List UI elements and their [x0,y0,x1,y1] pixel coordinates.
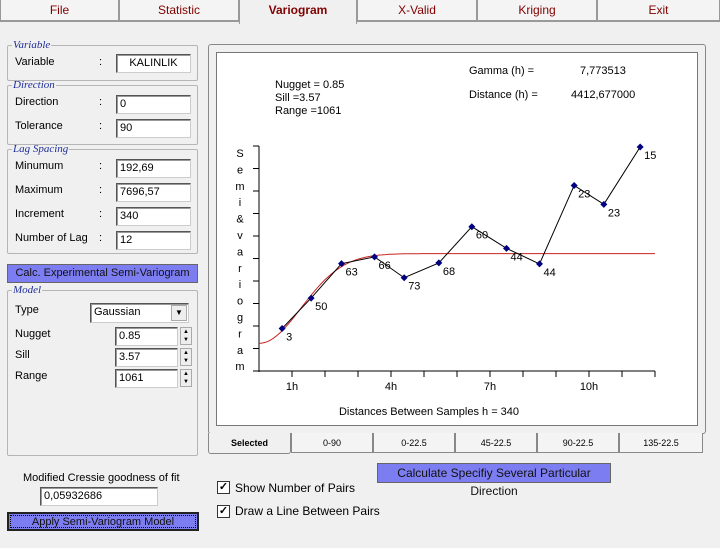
y-axis-label-letter: a [237,345,244,357]
y-axis-label-letter: r [238,263,242,275]
data-point [503,244,510,252]
data-point [600,200,608,208]
data-point [371,253,378,261]
y-axis-label-letter: g [237,312,243,324]
pair-count-label: 23 [608,207,620,219]
direction-tab-135-22-5[interactable]: 135-22.5 [619,433,703,453]
y-axis-label-letter: e [237,164,243,176]
direction-tab-selected[interactable]: Selected [208,433,291,454]
x-tick-label: 4h [385,381,397,393]
y-axis-label-letter: r [238,328,242,340]
show-pairs-label: Show Number of Pairs [235,481,356,495]
pair-count-label: 68 [443,266,455,278]
x-tick-label: 1h [286,381,298,393]
direction-tab-90-22-5[interactable]: 90-22.5 [537,433,619,453]
y-axis-label-letter: S [236,148,243,160]
show-pairs-checkbox[interactable]: ✓ [217,481,230,494]
pairs-line [281,146,641,329]
pair-count-label: 3 [286,332,292,344]
y-axis-label-letter: & [236,214,244,226]
model-curve [258,253,655,344]
pair-count-label: 15 [644,150,656,162]
pair-count-label: 50 [315,301,327,313]
y-axis-label-letter: i [239,197,241,209]
pair-count-label: 44 [511,251,523,263]
y-axis-label-letter: a [237,246,244,258]
data-point [536,260,543,268]
data-point [400,274,408,282]
y-axis-label-letter: m [235,181,244,193]
draw-line-checkbox[interactable]: ✓ [217,505,230,518]
pair-count-label: 66 [379,260,391,272]
data-point [636,143,644,151]
x-tick-label: 7h [484,381,496,393]
y-axis-label-letter: m [235,361,244,373]
pair-count-label: 63 [346,267,358,279]
draw-line-label: Draw a Line Between Pairs [235,504,380,518]
y-axis-label-letter: i [239,279,241,291]
variogram-chart: 1h 4h 7h 10hSemi&variogramDistances Between… [235,143,656,418]
x-axis-label: Distances Between Samples h = 340 [339,406,519,418]
pair-count-label: 44 [544,267,556,279]
calculate-several-directions-button[interactable]: Calculate Specifiy Several Particular Di… [377,463,611,498]
pair-count-label: 60 [476,230,488,242]
y-axis-label-letter: v [237,230,243,242]
direction-tab-0-22-5[interactable]: 0-22.5 [373,433,455,453]
direction-tab-45-22-5[interactable]: 45-22.5 [455,433,537,453]
data-point [570,181,578,189]
x-tick-label: 10h [580,381,598,393]
pair-count-label: 23 [578,188,590,200]
y-axis-label-letter: o [237,296,243,308]
pair-count-label: 73 [408,281,420,293]
direction-tab-0-90[interactable]: 0-90 [291,433,373,453]
